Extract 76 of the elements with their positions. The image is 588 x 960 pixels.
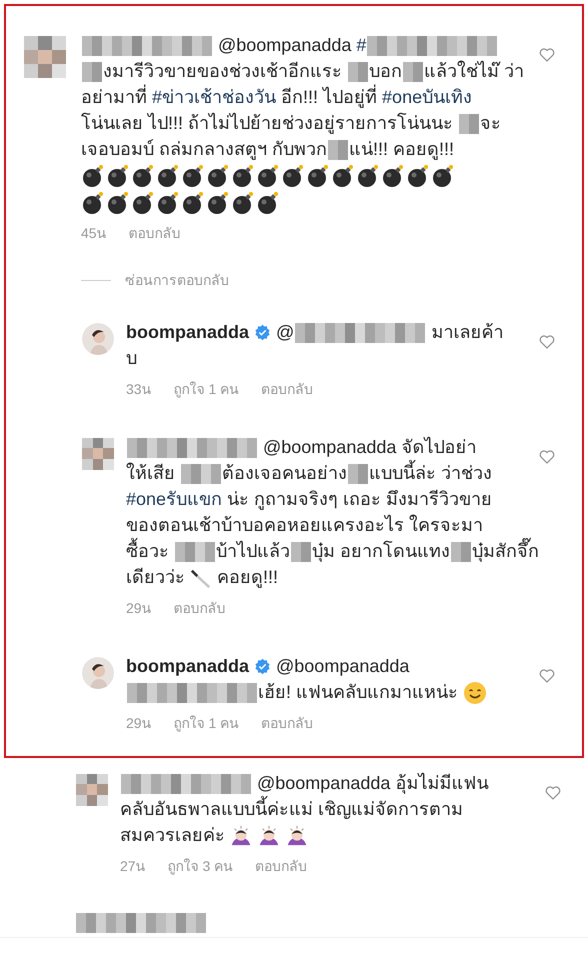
avatar-icon[interactable] bbox=[82, 322, 114, 354]
like-heart-icon[interactable] bbox=[538, 332, 556, 350]
username[interactable]: boompanadda bbox=[126, 322, 250, 342]
bomb-icon bbox=[356, 164, 380, 188]
bomb-icon bbox=[431, 164, 455, 188]
bomb-icon bbox=[281, 164, 305, 188]
comment-text: อย่ามาที่ bbox=[81, 87, 152, 107]
bomb-icon bbox=[106, 164, 130, 188]
comment-text: น่ะ กูถามจริงๆ เถอะ มึงมารีวิวขาย bbox=[226, 488, 492, 508]
comment-text: แล้วใช่ไม๊ ว่า bbox=[424, 61, 524, 81]
comment-text: เฮ้ย! แฟนคลับแกมาแหน่ะ bbox=[258, 682, 460, 702]
bomb-icon bbox=[256, 190, 280, 214]
comment-text: อุ้มไม่มีแฟน bbox=[394, 772, 488, 793]
bomb-icon bbox=[131, 164, 155, 188]
bomb-icon bbox=[331, 164, 355, 188]
bomb-icon bbox=[206, 164, 230, 188]
avatar-icon[interactable] bbox=[82, 656, 114, 688]
bowing-figure-icon bbox=[286, 825, 308, 847]
comment-text: ต้องเจอคนอย่าง bbox=[222, 462, 348, 482]
comment-text: งมารีวิวขายของช่วงเช้าอีกแระ bbox=[103, 61, 343, 81]
comment-text: สมควรเลยค่ะ bbox=[120, 824, 226, 845]
comment-text: แน่!!! คอยดู!!! bbox=[349, 139, 454, 159]
comment-text: @ bbox=[275, 322, 294, 342]
comment-time: 29น bbox=[126, 714, 152, 733]
comment-text: คอยดู!!! bbox=[216, 566, 278, 586]
bomb-icon bbox=[381, 164, 405, 188]
bomb-icon bbox=[131, 190, 155, 214]
comment-time: 45น bbox=[81, 224, 107, 242]
comment-text: บอก bbox=[369, 61, 402, 81]
hashtag-link[interactable]: #oneรับแขก bbox=[126, 488, 222, 508]
bomb-icon bbox=[81, 164, 105, 188]
mention-link[interactable]: @boompanadda bbox=[271, 656, 410, 676]
comment-text: อีก!!! ไปอยู่ที่ bbox=[276, 87, 382, 107]
comment-time: 33น bbox=[126, 380, 152, 398]
comment-text: โน่นเลย ไป!!! ถ้าไม่ไปย้ายช่วงอยู่รายการโน่นนะ bbox=[81, 113, 454, 133]
bomb-icon bbox=[181, 190, 205, 214]
bomb-icon bbox=[181, 164, 205, 188]
bomb-icon bbox=[106, 190, 130, 214]
like-heart-icon[interactable] bbox=[538, 448, 556, 466]
comment-text: เดียวว่ะ bbox=[126, 566, 186, 586]
bowing-figure-icon bbox=[230, 825, 252, 847]
like-heart-icon[interactable] bbox=[538, 666, 556, 684]
bomb-icon bbox=[81, 190, 105, 214]
comment-text: บ bbox=[126, 348, 137, 368]
bomb-icon bbox=[206, 190, 230, 214]
comment-text: จะ bbox=[480, 113, 502, 133]
blurred-avatar[interactable] bbox=[24, 36, 66, 78]
username[interactable]: boompanadda bbox=[126, 656, 250, 676]
comment-text: ของตอนเช้าบ้าบอคอหอยแครงอะไร ใครจะมา bbox=[126, 514, 484, 534]
comment-text: มาเลยค้า bbox=[430, 322, 504, 342]
comment-text: บ้าไปแล้ว bbox=[216, 540, 290, 560]
bomb-icon bbox=[231, 164, 255, 188]
comment-time: 27น bbox=[120, 856, 146, 876]
bomb-icon bbox=[306, 164, 330, 188]
comment-text: เจอบอมบ์ ถล่มกลางสตูฯ กับพวก bbox=[81, 139, 328, 159]
bomb-icon bbox=[256, 164, 280, 188]
hashtag-link[interactable]: #ข่าวเช้าช่องวัน bbox=[152, 87, 276, 107]
comment-text: จัดไปอย่า bbox=[400, 436, 476, 456]
comment-text: ให้เสีย bbox=[126, 462, 176, 482]
bomb-icon bbox=[231, 190, 255, 214]
comment-text: บุ๋ม อยากโดนแทง bbox=[312, 540, 450, 560]
like-heart-icon[interactable] bbox=[538, 46, 556, 64]
mention-link[interactable]: @boompanadda bbox=[213, 35, 352, 55]
blurred-avatar[interactable] bbox=[82, 438, 114, 470]
smiling-face-icon bbox=[463, 680, 488, 705]
like-heart-icon[interactable] bbox=[544, 784, 562, 802]
bomb-icon bbox=[156, 190, 180, 214]
comment-time: 29น bbox=[126, 598, 152, 618]
bomb-icon bbox=[406, 164, 430, 188]
blurred-avatar[interactable] bbox=[76, 774, 108, 806]
hashtag-link[interactable]: #oneบันเทิง bbox=[382, 87, 472, 107]
mention-link[interactable]: @boompanadda bbox=[252, 772, 390, 793]
bomb-icon bbox=[156, 164, 180, 188]
hashtag-link[interactable]: # bbox=[351, 35, 366, 55]
bowing-figure-icon bbox=[258, 825, 280, 847]
mention-link[interactable]: @boompanadda bbox=[258, 436, 396, 456]
